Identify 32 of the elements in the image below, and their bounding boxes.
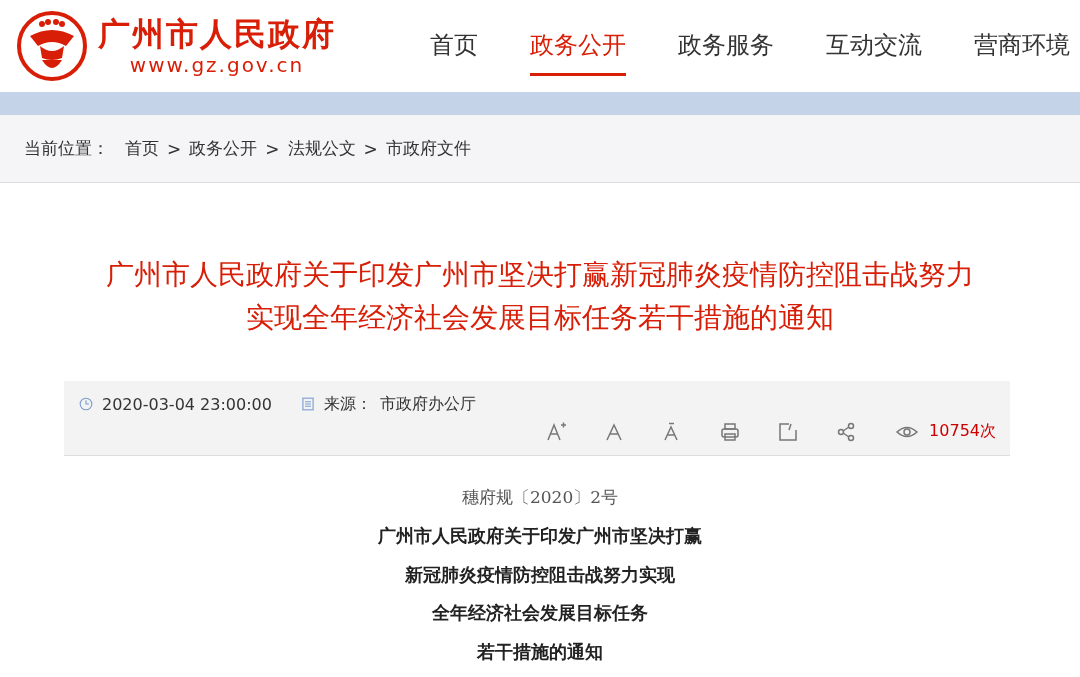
document-title: 广州市人民政府关于印发广州市坚决打赢 — [378, 524, 702, 548]
nav-tab[interactable]: 政务服务 — [678, 16, 774, 76]
clock-icon — [78, 396, 94, 412]
breadcrumb-link[interactable]: 首页 — [125, 137, 159, 160]
site-url: www.gz.gov.cn — [129, 53, 305, 77]
breadcrumb-link[interactable]: 政务公开 — [189, 137, 258, 160]
breadcrumb-separator: > — [167, 138, 182, 159]
breadcrumb-label: 当前位置： — [24, 137, 109, 160]
publish-date: 2020-03-04 23:00:00 — [102, 394, 272, 414]
font-increase-button[interactable] — [545, 420, 568, 443]
breadcrumb-link[interactable]: 法规公文 — [287, 137, 356, 160]
view-count: 10754次 — [929, 421, 996, 442]
nav-tab[interactable]: 首页 — [430, 16, 478, 76]
nav-tab[interactable]: 营商环境 — [974, 16, 1070, 76]
article-title: 实现全年经济社会发展目标任务若干措施的通知 — [245, 300, 835, 336]
source-label: 来源： — [323, 393, 372, 415]
breadcrumb-link[interactable]: 市政府文件 — [385, 137, 471, 160]
document-number: 穗府规〔2020〕2号 — [461, 486, 619, 509]
nav-tab[interactable]: 互动交流 — [826, 16, 922, 76]
print-button[interactable] — [719, 420, 742, 443]
site-title: 广州市人民政府 — [98, 15, 336, 53]
breadcrumb-separator: > — [265, 138, 280, 159]
nav-tab[interactable]: 政务公开 — [530, 16, 626, 76]
document-icon — [299, 396, 316, 412]
article-title: 广州市人民政府关于印发广州市坚决打赢新冠肺炎疫情防控阻击战努力 — [105, 257, 975, 293]
bookmark-button[interactable] — [777, 420, 800, 443]
document-title: 全年经济社会发展目标任务 — [432, 601, 648, 625]
document-title: 新冠肺炎疫情防控阻击战努力实现 — [405, 562, 675, 587]
breadcrumb-separator: > — [363, 138, 378, 159]
emblem-logo — [16, 10, 88, 82]
source-value: 市政府办公厅 — [379, 393, 476, 415]
document-title: 若干措施的通知 — [477, 639, 603, 664]
